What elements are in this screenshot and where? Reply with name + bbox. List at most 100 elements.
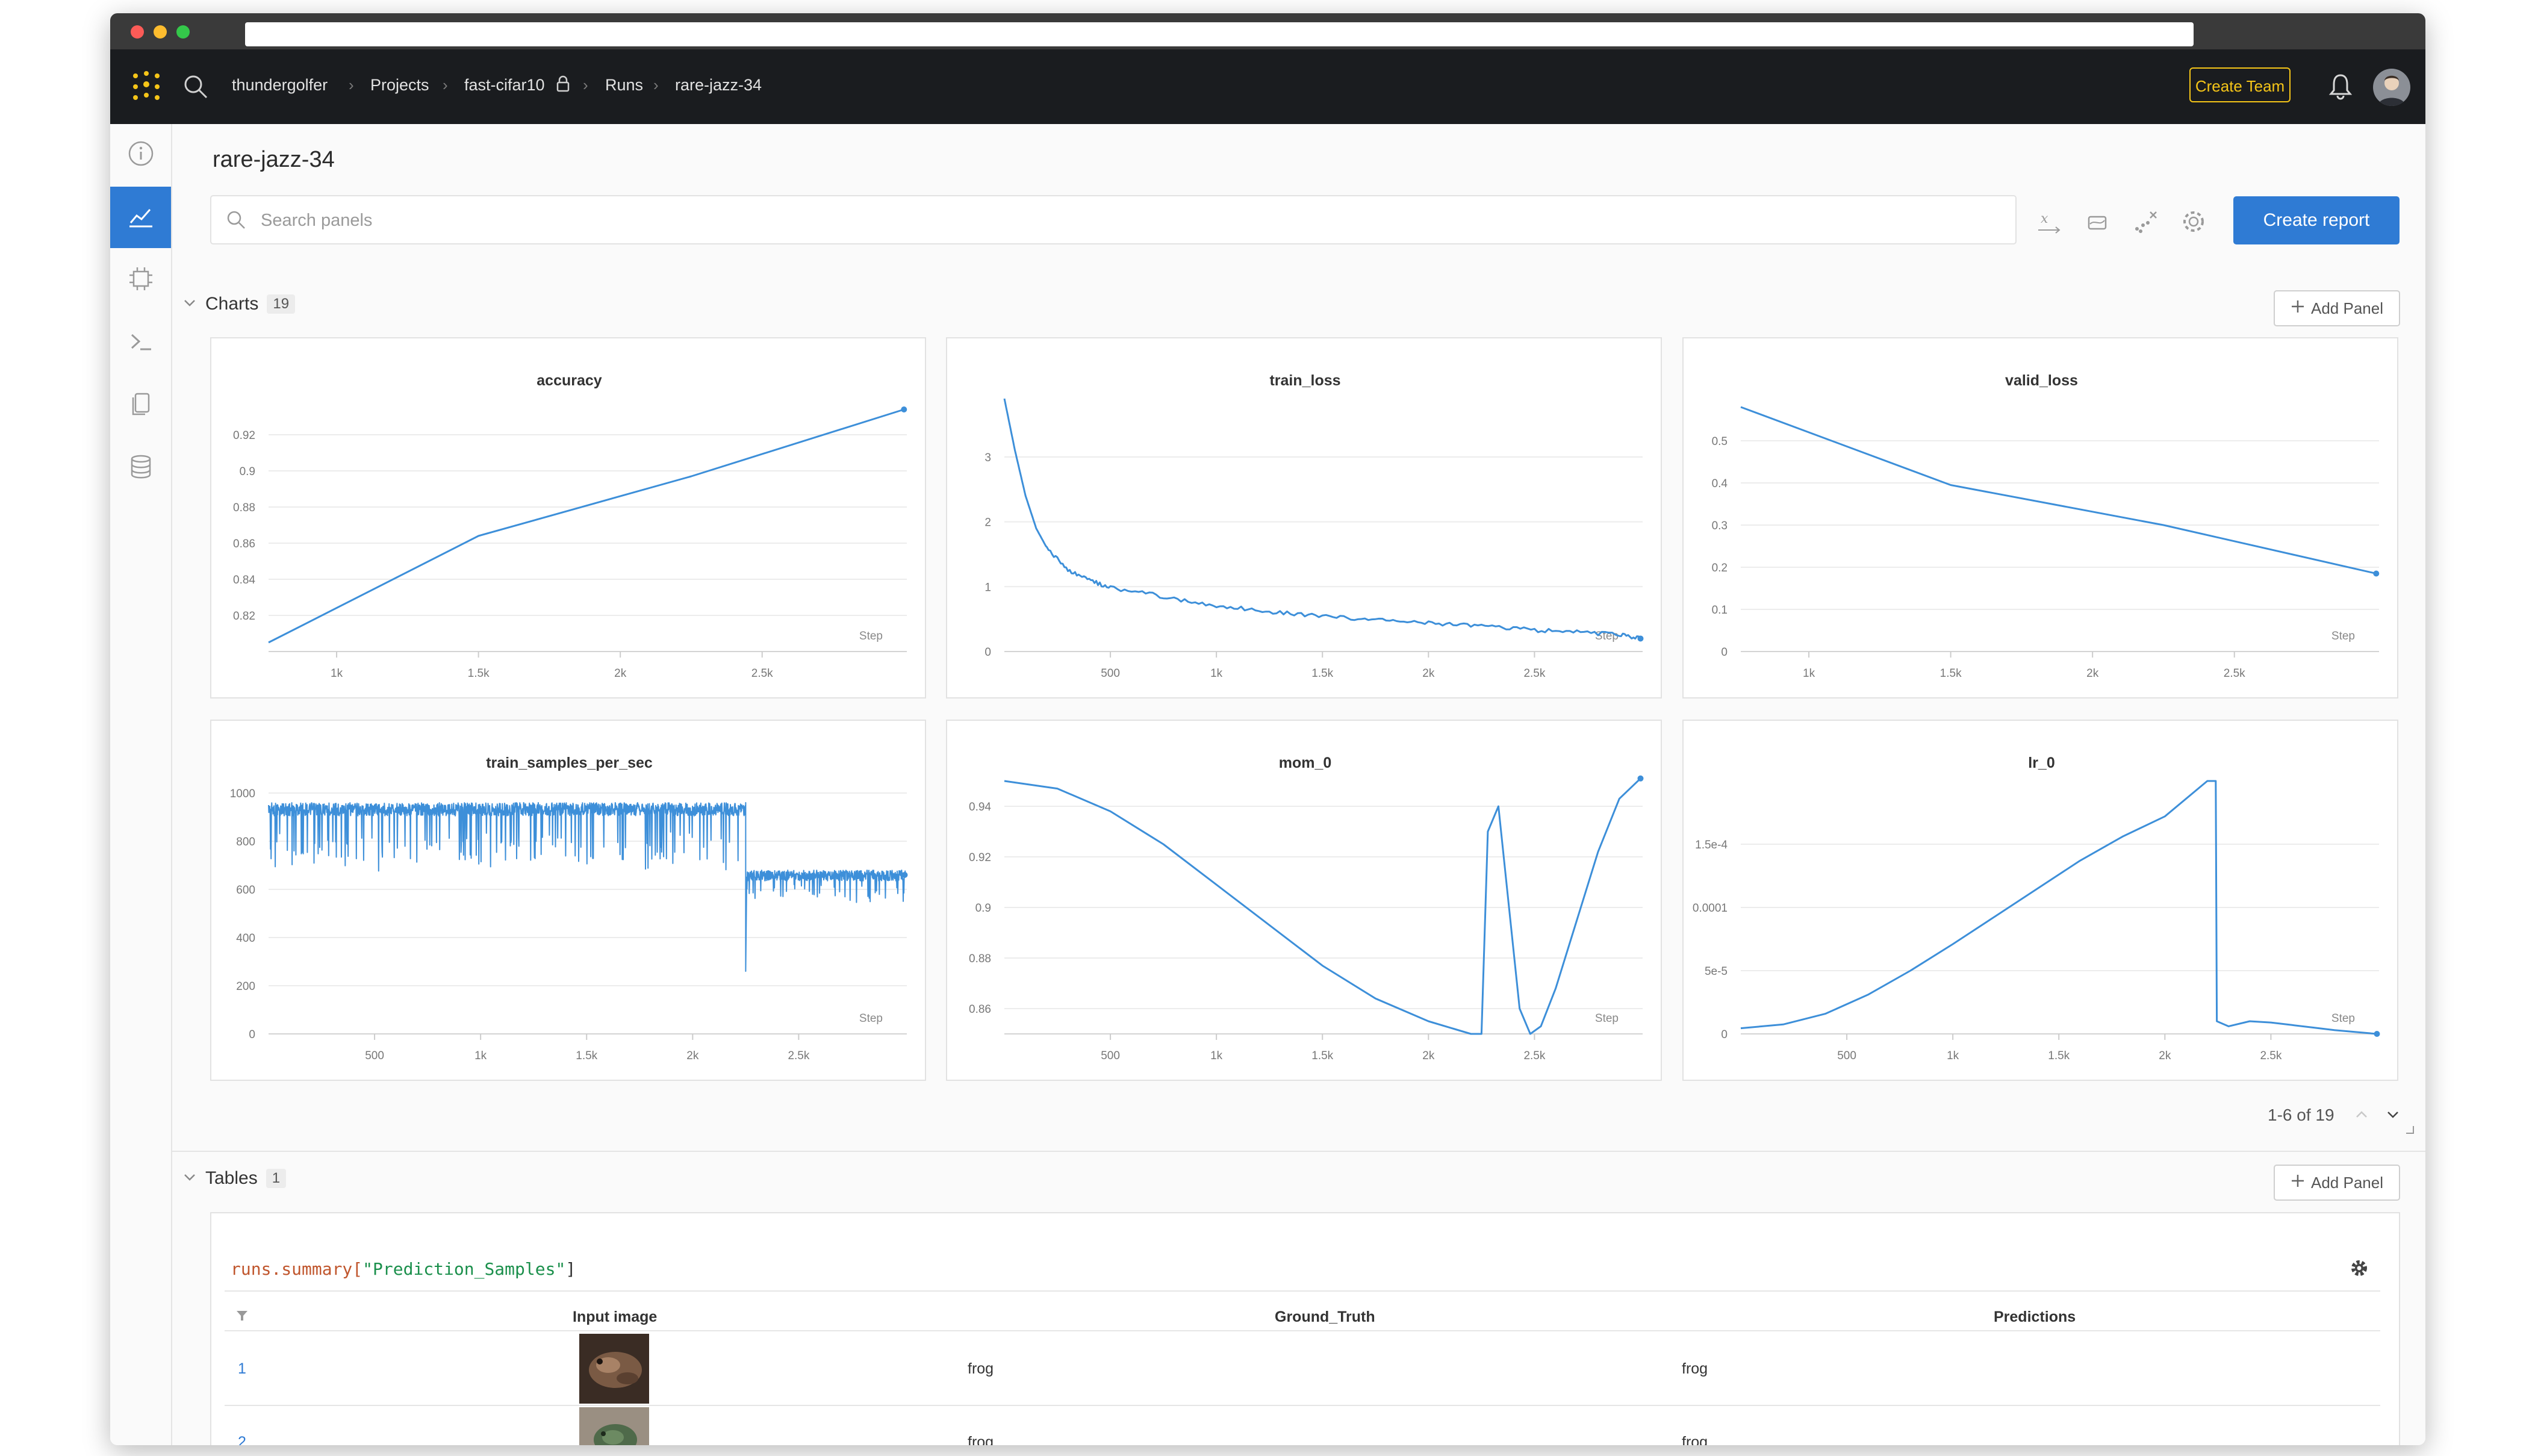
x-tick-label: 1.5k <box>1311 667 1333 680</box>
column-header-ground-truth[interactable]: Ground_Truth <box>1275 1308 1375 1326</box>
x-tick-label: 1.5k <box>1311 1050 1333 1062</box>
add-panel-button[interactable]: Add Panel <box>2274 1165 2400 1201</box>
add-panel-button[interactable]: Add Panel <box>2274 290 2400 326</box>
breadcrumb-project[interactable]: fast-cifar10 <box>464 76 545 95</box>
files-icon <box>127 390 155 421</box>
database-icon <box>127 453 155 484</box>
y-tick-label: 1 <box>984 581 991 594</box>
series-line-train-loss <box>1003 398 1641 640</box>
search-input[interactable] <box>260 207 1984 234</box>
chart-panel-train-loss[interactable]: train_loss 0 1 2 3 500 1k 1.5k 2k 2.5k Step <box>946 337 1662 698</box>
outliers-icon[interactable] <box>2132 208 2159 235</box>
frog-thumbnail[interactable] <box>579 1334 649 1404</box>
sidebar-item-overview[interactable] <box>110 124 171 185</box>
chart-panel-train-samples-per-sec[interactable]: train_samples_per_sec 0 200 400 600 800 1000 50… <box>210 720 926 1081</box>
chevron-down-icon[interactable] <box>2386 1107 2400 1126</box>
sidebar-item-artifacts[interactable] <box>110 437 171 499</box>
x-tick-label: 2.5k <box>2260 1050 2282 1062</box>
column-header-predictions[interactable]: Predictions <box>1994 1308 2076 1326</box>
x-axis-label: Step <box>859 630 883 642</box>
y-tick-label: 5e-5 <box>1705 965 1728 978</box>
smoothing-icon[interactable] <box>2084 208 2110 235</box>
x-tick-label: 1.5k <box>576 1050 597 1062</box>
x-axis-label: Step <box>2331 630 2355 642</box>
chart-panel-valid-loss[interactable]: valid_loss 0 0.1 0.2 0.3 0.4 0.5 1k 1.5k 2k 2.5k St… <box>1682 337 2398 698</box>
breadcrumb-run[interactable]: rare-jazz-34 <box>675 76 762 95</box>
prediction-cell: frog <box>1682 1434 1708 1445</box>
row-divider <box>225 1405 2380 1406</box>
tables-section-header[interactable]: Tables 1 <box>182 1168 287 1189</box>
row-index[interactable]: 2 <box>238 1434 246 1445</box>
charts-section-header[interactable]: Charts 19 <box>182 294 296 314</box>
y-tick-label: 1.5e-4 <box>1695 839 1728 851</box>
zoom-dot[interactable] <box>176 25 190 39</box>
minimize-dot[interactable] <box>154 25 167 39</box>
filter-icon[interactable] <box>235 1308 249 1325</box>
prediction-cell: frog <box>1682 1360 1708 1377</box>
breadcrumb-projects[interactable]: Projects <box>370 76 429 95</box>
settings-icon[interactable] <box>2180 208 2207 235</box>
x-tick-label: 500 <box>365 1050 384 1062</box>
resize-handle-icon[interactable] <box>2405 1125 2416 1136</box>
y-tick-label: 3 <box>984 452 991 464</box>
sidebar-item-system[interactable] <box>110 249 171 311</box>
ground-truth-cell: frog <box>968 1434 994 1445</box>
chevron-right-icon: › <box>349 76 354 94</box>
chart-panel-accuracy[interactable]: accuracy 0.82 0.84 0.86 0.88 0.9 0.92 1k 1.5k 2k 2… <box>210 337 926 698</box>
x-tick-label: 1k <box>331 667 343 680</box>
terminal-icon <box>127 328 155 358</box>
chip-icon <box>127 265 155 296</box>
query-suffix: ] <box>565 1259 576 1279</box>
tables-section-label: Tables <box>205 1168 258 1188</box>
chevron-right-icon: › <box>443 76 448 94</box>
column-header-input-image[interactable]: Input image <box>573 1308 657 1326</box>
pager-label: 1-6 of 19 <box>2268 1106 2334 1124</box>
tables-count-badge: 1 <box>266 1169 287 1188</box>
section-divider <box>172 1151 2425 1152</box>
chart-title: train_loss <box>1269 372 1340 389</box>
x-tick-label: 1k <box>1210 667 1223 680</box>
x-tick-label: 1.5k <box>468 667 490 680</box>
info-icon <box>127 140 155 170</box>
bell-icon[interactable] <box>2327 72 2354 100</box>
query-key: "Prediction_Samples" <box>362 1259 566 1279</box>
chart-panel-mom-0[interactable]: mom_0 0.86 0.88 0.9 0.92 0.94 500 1k 1.5k 2k 2.5k S… <box>946 720 1662 1081</box>
x-tick-label: 1.5k <box>1940 667 1962 680</box>
y-tick-label: 0.2 <box>1712 562 1728 574</box>
sidebar-item-logs[interactable] <box>110 312 171 373</box>
breadcrumb-runs[interactable]: Runs <box>605 76 643 95</box>
close-dot[interactable] <box>131 25 144 39</box>
x-tick-label: 1k <box>474 1050 487 1062</box>
sidebar-item-charts[interactable] <box>110 187 171 248</box>
y-tick-label: 0.86 <box>969 1003 991 1016</box>
chart-panel-lr-0[interactable]: lr_0 0 5e-5 0.0001 1.5e-4 500 1k 1.5k 2k 2.5k Step <box>1682 720 2398 1081</box>
create-report-button[interactable]: Create report <box>2233 196 2400 244</box>
svg-text:x: x <box>2041 211 2048 226</box>
y-tick-label: 2 <box>984 517 991 529</box>
y-tick-label: 0.94 <box>969 801 991 814</box>
browser-chrome <box>110 13 2425 49</box>
series-endpoint <box>2373 570 2380 577</box>
series-line-accuracy <box>268 408 904 644</box>
y-tick-label: 400 <box>236 932 255 945</box>
gear-icon[interactable] <box>2349 1258 2369 1278</box>
table-panel[interactable]: runs.summary["Prediction_Samples"] Input… <box>210 1212 2400 1445</box>
search-icon[interactable] <box>182 73 209 100</box>
create-team-button[interactable]: Create Team <box>2189 67 2291 102</box>
pager: 1-6 of 19 <box>2268 1106 2400 1126</box>
row-index[interactable]: 1 <box>238 1360 246 1378</box>
add-panel-label: Add Panel <box>2311 1173 2383 1192</box>
breadcrumb-entity[interactable]: thundergolfer <box>232 76 328 95</box>
frog-thumbnail[interactable] <box>579 1407 649 1445</box>
avatar[interactable] <box>2373 69 2410 106</box>
table-query: runs.summary["Prediction_Samples"] <box>231 1259 576 1279</box>
url-bar[interactable] <box>245 22 2194 46</box>
x-tick-label: 2.5k <box>1523 1050 1545 1062</box>
search-panels-box[interactable] <box>210 195 2017 244</box>
sidebar-item-files[interactable] <box>110 375 171 436</box>
x-tick-label: 2k <box>2159 1050 2171 1062</box>
main-content: rare-jazz-34 x Create report Charts 19 <box>172 124 2425 1445</box>
logo-icon[interactable] <box>131 71 162 102</box>
chevron-up-icon[interactable] <box>2354 1107 2369 1126</box>
x-axis-icon[interactable]: x <box>2036 208 2062 235</box>
